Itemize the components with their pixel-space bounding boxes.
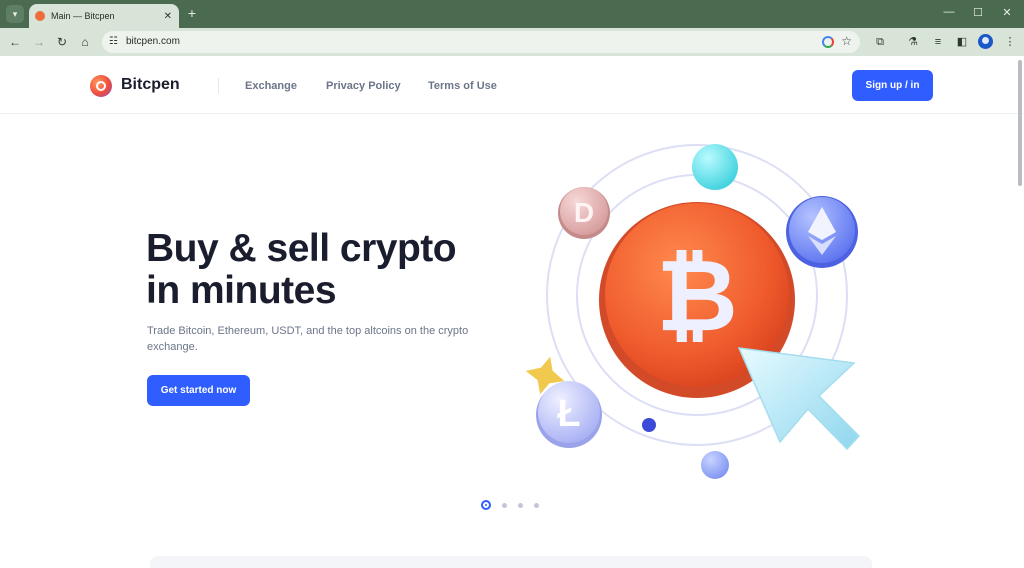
forward-icon[interactable]: → (31, 34, 47, 50)
tab-title: Main — Bitcpen (51, 11, 115, 21)
back-icon[interactable]: ← (7, 34, 23, 50)
maximize-button[interactable]: ☐ (969, 6, 987, 19)
profile-avatar-icon[interactable] (978, 34, 993, 49)
tab-search-button[interactable]: ▾ (6, 5, 24, 23)
get-started-button[interactable]: Get started now (147, 375, 250, 406)
new-tab-button[interactable]: + (184, 5, 200, 21)
carousel-dot-1[interactable] (481, 500, 491, 510)
tab-close-icon[interactable]: ✕ (164, 11, 172, 22)
signup-button[interactable]: Sign up / in (852, 70, 933, 101)
media-control-icon[interactable]: ≡ (930, 34, 946, 50)
hero-title: Buy & sell crypto in minutes (146, 227, 457, 312)
browser-toolbar: ← → ↻ ⌂ ☷ bitcpen.com ☆ ⧉ ⚗ ≡ ◧ ⋮ (0, 28, 1024, 56)
nav-link-privacy-policy[interactable]: Privacy Policy (326, 80, 401, 92)
crypto-illustration: ₿ D Ł (525, 144, 861, 479)
brand-name[interactable]: Bitcpen (121, 76, 180, 94)
carousel-dot-3[interactable] (518, 502, 523, 508)
bitcoin-symbol: ₿ (656, 240, 738, 352)
chevron-down-icon: ▾ (12, 8, 18, 19)
web-page: Bitcpen Exchange Privacy Policy Terms of… (0, 56, 1024, 568)
reload-icon[interactable]: ↻ (54, 34, 70, 50)
hero-title-line2: in minutes (146, 269, 337, 312)
carousel-dots (481, 500, 550, 510)
google-lens-icon[interactable] (822, 36, 834, 48)
small-blue-dot-icon (642, 418, 656, 432)
hero-title-line1: Buy & sell crypto (146, 227, 457, 270)
browser-tab[interactable]: Main — Bitcpen ✕ (29, 4, 179, 28)
browser-tab-bar: ▾ Main — Bitcpen ✕ + — ☐ ✕ (0, 0, 1024, 28)
teal-sphere-icon (692, 144, 738, 190)
bookmark-star-icon[interactable]: ☆ (841, 34, 852, 48)
carousel-dot-4[interactable] (534, 502, 539, 508)
site-info-icon[interactable]: ☷ (109, 36, 118, 47)
page-scrollbar[interactable] (1018, 60, 1022, 186)
dogecoin-symbol: D (574, 197, 594, 228)
small-periwinkle-sphere-icon (701, 451, 729, 479)
nav-link-exchange[interactable]: Exchange (245, 80, 297, 92)
home-icon[interactable]: ⌂ (77, 34, 93, 50)
labs-flask-icon[interactable]: ⚗ (905, 34, 921, 50)
more-menu-icon[interactable]: ⋮ (1002, 34, 1018, 50)
bitcpen-logo-icon[interactable] (90, 75, 112, 97)
url-text[interactable]: bitcpen.com (126, 36, 180, 47)
carousel-dot-2[interactable] (502, 502, 507, 508)
site-header: Bitcpen Exchange Privacy Policy Terms of… (0, 56, 1024, 114)
litecoin-symbol: Ł (557, 393, 580, 435)
favicon-icon (35, 11, 45, 21)
minimize-button[interactable]: — (940, 6, 958, 18)
close-window-button[interactable]: ✕ (998, 6, 1016, 19)
nav-link-terms-of-use[interactable]: Terms of Use (428, 80, 497, 92)
address-bar[interactable]: ☷ bitcpen.com ☆ (102, 31, 860, 53)
extensions-icon[interactable]: ⧉ (872, 34, 888, 50)
next-section-card (150, 556, 872, 568)
side-panel-icon[interactable]: ◧ (954, 34, 970, 50)
header-divider (218, 78, 219, 94)
hero-subtitle: Trade Bitcoin, Ethereum, USDT, and the t… (147, 325, 469, 353)
